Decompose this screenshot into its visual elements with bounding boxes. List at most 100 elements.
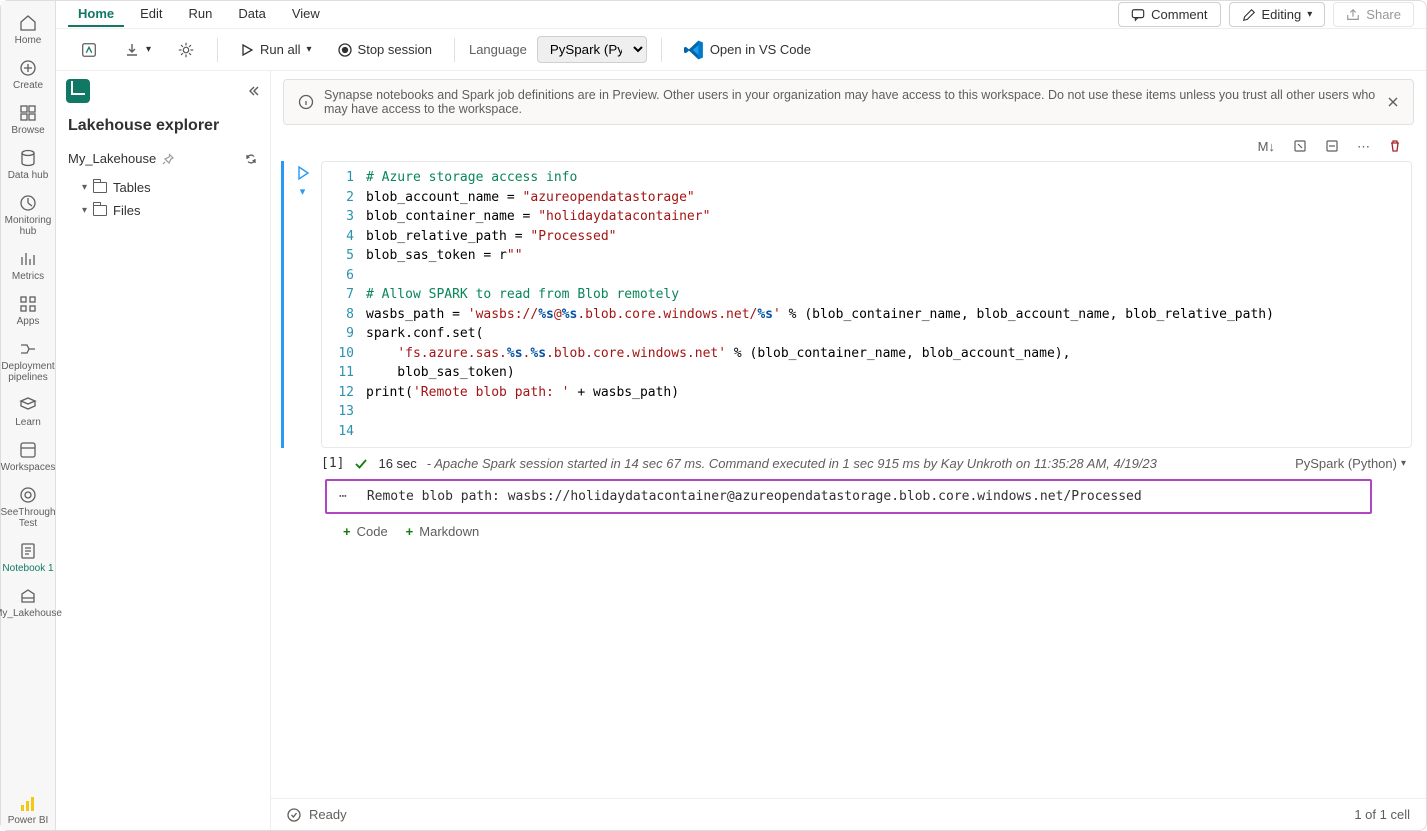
language-select[interactable]: PySpark (Pytho… — [537, 36, 647, 63]
nav-label: Home — [15, 35, 42, 46]
add-code-cell-button[interactable]: + Code — [343, 524, 388, 539]
run-cell-options-button[interactable]: ▾ — [300, 185, 306, 198]
datahub-icon — [18, 148, 38, 168]
comment-label: Comment — [1151, 7, 1207, 22]
add-markdown-cell-button[interactable]: + Markdown — [406, 524, 480, 539]
cell-tool-2-icon[interactable] — [1321, 137, 1343, 157]
nav-notebook1[interactable]: Notebook 1 — [1, 537, 55, 578]
editing-mode-button[interactable]: Editing ▾ — [1229, 2, 1326, 27]
nav-label: SeeThrough Test — [0, 507, 55, 529]
workspaces-icon — [18, 440, 38, 460]
collapse-panel-button[interactable] — [246, 84, 260, 98]
nav-seethrough[interactable]: SeeThrough Test — [1, 481, 55, 533]
refresh-button[interactable] — [244, 152, 258, 166]
share-label: Share — [1366, 7, 1401, 22]
success-check-icon — [354, 457, 368, 471]
run-cell-button[interactable] — [295, 165, 311, 181]
notebook-mode-icon[interactable] — [72, 37, 106, 63]
nav-label: Browse — [11, 125, 44, 136]
code-editor[interactable]: 1# Azure storage access info2blob_accoun… — [321, 161, 1412, 448]
comment-button[interactable]: Comment — [1118, 2, 1220, 27]
folder-icon — [93, 205, 107, 216]
nav-label: Workspaces — [1, 462, 56, 473]
plus-icon: + — [343, 524, 351, 539]
nav-monitoring[interactable]: Monitoring hub — [1, 189, 55, 241]
nav-apps[interactable]: Apps — [1, 290, 55, 331]
tree-node-files[interactable]: ▾Files — [64, 199, 262, 222]
stop-session-label: Stop session — [358, 42, 432, 57]
apps-icon — [18, 294, 38, 314]
metrics-icon — [18, 249, 38, 269]
nav-label: Learn — [15, 417, 41, 428]
convert-to-markdown-button[interactable]: M↓ — [1254, 137, 1279, 157]
download-button[interactable]: ▾ — [116, 38, 159, 62]
run-all-button[interactable]: Run all ▾ — [232, 38, 320, 61]
tree-node-tables[interactable]: ▾ Tables — [64, 176, 262, 199]
nav-label: Notebook 1 — [2, 563, 53, 574]
delete-cell-button[interactable] — [1384, 137, 1406, 157]
nav-label: Data hub — [8, 170, 49, 181]
comment-icon — [1131, 8, 1145, 22]
cell-exec-message: - Apache Spark session started in 14 sec… — [427, 456, 1157, 471]
add-cell-row: + Code + Markdown — [271, 514, 1426, 539]
pencil-icon — [1242, 8, 1256, 22]
cell-execution-status: [1] 16 sec - Apache Spark session starte… — [271, 448, 1426, 479]
home-icon — [18, 13, 38, 33]
chevron-down-icon[interactable]: ▾ — [1401, 458, 1406, 469]
stop-session-button[interactable]: Stop session — [330, 38, 440, 61]
nav-create[interactable]: Create — [1, 54, 55, 95]
notebook-area: Synapse notebooks and Spark job definiti… — [271, 71, 1426, 830]
pipelines-icon — [18, 339, 38, 359]
lakehouse-explorer-panel: Lakehouse explorer My_Lakehouse ▾Tables▾… — [56, 71, 271, 830]
chevron-down-icon: ▾ — [82, 182, 87, 193]
tree-label: Tables — [113, 180, 151, 195]
add-markdown-label: Markdown — [419, 524, 479, 539]
left-nav: Home Create Browse Data hub Monitoring hub Me… — [1, 1, 56, 830]
chevron-down-icon: ▾ — [1307, 9, 1312, 20]
cell-language-label[interactable]: PySpark (Python) — [1295, 456, 1397, 471]
close-banner-button[interactable] — [1387, 96, 1399, 108]
open-in-vscode-button[interactable]: Open in VS Code — [676, 36, 819, 64]
plus-icon: + — [406, 524, 414, 539]
cell-tool-1-icon[interactable] — [1289, 137, 1311, 157]
menu-tab-view[interactable]: View — [282, 2, 330, 27]
status-ok-icon — [287, 808, 301, 822]
menu-tab-home[interactable]: Home — [68, 2, 124, 27]
menu-tab-data[interactable]: Data — [228, 2, 275, 27]
settings-button[interactable] — [169, 37, 203, 63]
create-icon — [18, 58, 38, 78]
share-icon — [1346, 8, 1360, 22]
pin-icon[interactable] — [162, 153, 174, 165]
nav-label: Apps — [17, 316, 40, 327]
output-actions-button[interactable]: ⋯ — [339, 489, 349, 504]
nav-metrics[interactable]: Metrics — [1, 245, 55, 286]
nav-learn[interactable]: Learn — [1, 391, 55, 432]
nav-datahub[interactable]: Data hub — [1, 144, 55, 185]
powerbi-switcher[interactable]: Power BI — [1, 791, 55, 830]
toolbar: ▾ Run all ▾ Stop session Language PySpar… — [56, 29, 1426, 71]
powerbi-label: Power BI — [8, 815, 49, 826]
nav-label: My_Lakehouse — [0, 608, 62, 619]
nav-browse[interactable]: Browse — [1, 99, 55, 140]
more-cell-actions-button[interactable]: ⋯ — [1353, 137, 1374, 157]
menubar: HomeEdit RunData View Comment Editing ▾ — [56, 1, 1426, 29]
menu-tab-edit[interactable]: Edit — [130, 2, 172, 27]
menu-tab-run[interactable]: Run — [179, 2, 223, 27]
mylakehouse-icon — [18, 586, 38, 606]
nav-workspaces[interactable]: Workspaces — [1, 436, 55, 477]
chevron-down-icon: ▾ — [82, 205, 87, 216]
powerbi-icon — [19, 795, 37, 813]
statusbar: Ready 1 of 1 cell — [271, 798, 1426, 830]
vscode-icon — [684, 40, 704, 60]
notebook1-icon — [18, 541, 38, 561]
nav-label: Deployment pipelines — [1, 361, 55, 383]
nav-label: Metrics — [12, 271, 44, 282]
nav-mylakehouse[interactable]: My_Lakehouse — [1, 582, 55, 623]
lakehouse-logo-icon — [66, 79, 90, 103]
lakehouse-name[interactable]: My_Lakehouse — [68, 151, 156, 166]
info-icon — [298, 94, 314, 110]
banner-text: Synapse notebooks and Spark job definiti… — [324, 88, 1377, 116]
nav-home[interactable]: Home — [1, 9, 55, 50]
nav-pipelines[interactable]: Deployment pipelines — [1, 335, 55, 387]
output-text: Remote blob path: wasbs://holidaydatacon… — [367, 489, 1142, 504]
